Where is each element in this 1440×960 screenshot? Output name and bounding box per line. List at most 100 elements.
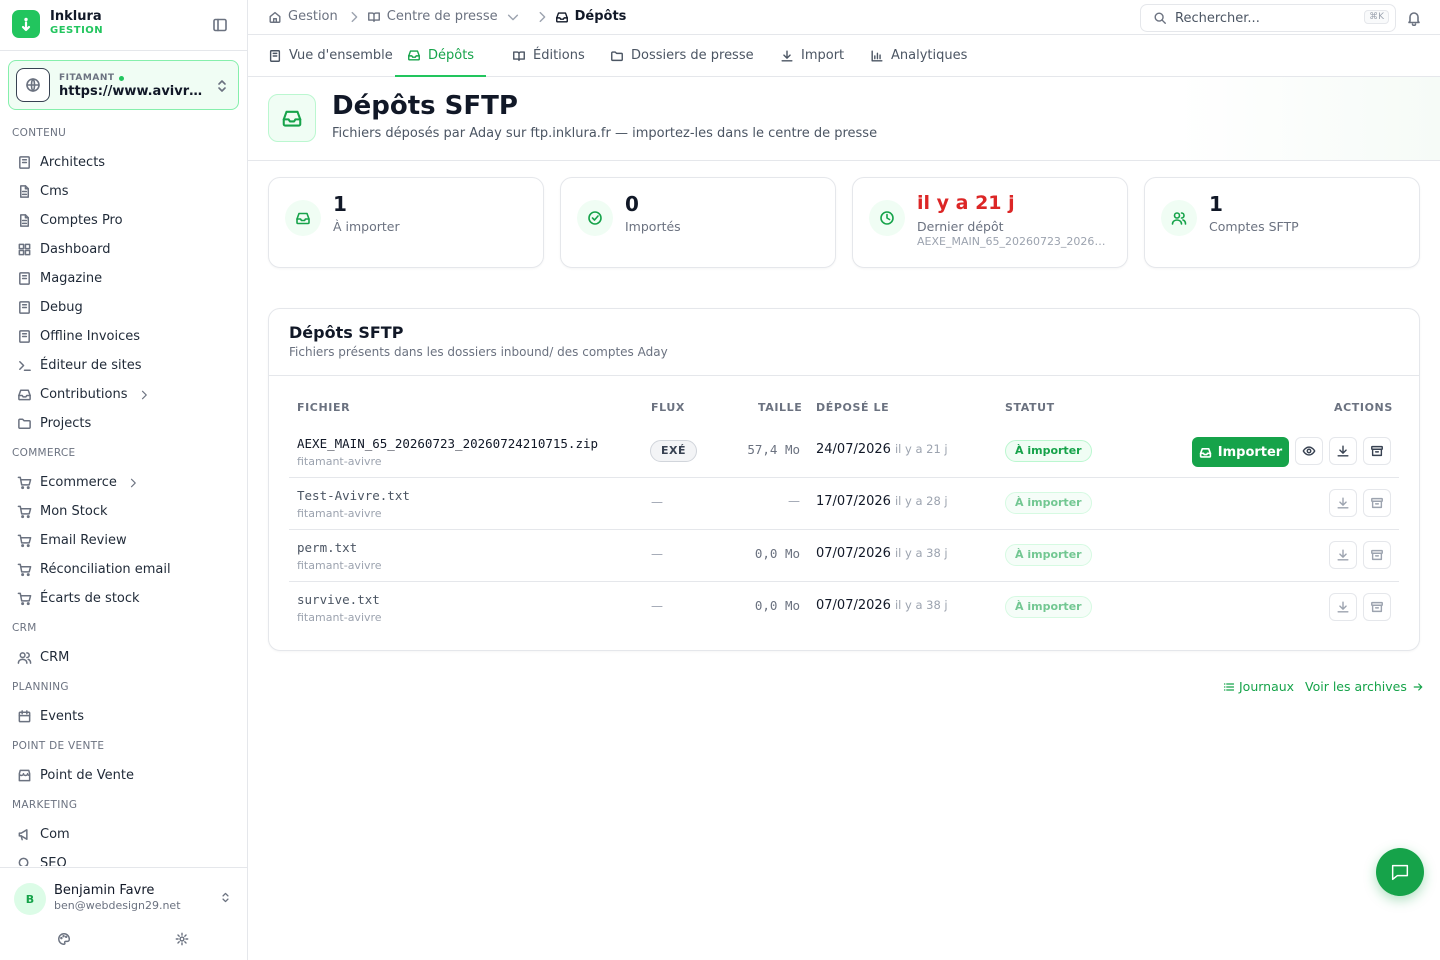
deposit-date-value: 07/07/2026 bbox=[816, 546, 891, 561]
chevron-down-icon bbox=[507, 14, 518, 20]
download-button[interactable] bbox=[1329, 489, 1357, 517]
nav-section-title: CRM bbox=[12, 622, 37, 634]
page-subtitle: Fichiers déposés par Aday sur ftp.inklur… bbox=[332, 126, 878, 141]
inbox-icon bbox=[268, 94, 316, 142]
tab-analytiques[interactable]: Analytiques bbox=[870, 35, 967, 76]
inbox-icon bbox=[18, 389, 31, 401]
sidebar-item-comptes-pro[interactable]: Comptes Pro bbox=[0, 206, 247, 235]
sidebar-item-architects[interactable]: Architects bbox=[0, 148, 247, 177]
sidebar-item-editeur-de-sites[interactable]: Éditeur de sites bbox=[0, 351, 247, 380]
file-name: survive.txt bbox=[297, 592, 380, 607]
import-button[interactable]: Importer bbox=[1192, 437, 1289, 467]
tab-editions[interactable]: Éditions bbox=[512, 35, 585, 76]
archive-button[interactable] bbox=[1363, 593, 1391, 621]
cart-icon bbox=[17, 592, 32, 606]
archive-icon bbox=[1371, 549, 1383, 561]
users-icon bbox=[17, 652, 32, 664]
tab-import[interactable]: Import bbox=[780, 35, 844, 76]
sidebar-item-label: SEO bbox=[40, 856, 67, 866]
brand-name: Inklura bbox=[50, 9, 102, 24]
sidebar-item-label: Dashboard bbox=[40, 242, 111, 257]
sidebar-item-point-de-vente[interactable]: Point de Vente bbox=[0, 761, 247, 790]
sidebar-item-email-review[interactable]: Email Review bbox=[0, 526, 247, 555]
file-account: fitamant-avivre bbox=[297, 559, 382, 572]
book-icon bbox=[269, 49, 281, 62]
download-icon bbox=[1337, 601, 1349, 613]
sidebar-item-ecarts-de-stock[interactable]: Écarts de stock bbox=[0, 584, 247, 613]
search-input[interactable]: Rechercher... ⌘K bbox=[1140, 4, 1396, 32]
sidebar-item-projects[interactable]: Projects bbox=[0, 409, 247, 438]
stat-card: il y a 21 j Dernier dépôt AEXE_MAIN_65_202… bbox=[852, 177, 1128, 268]
sidebar-item-label: Cms bbox=[40, 184, 69, 199]
tab-bar: Vue d'ensemble Dépôts Éditions Dossiers de … bbox=[248, 35, 1440, 77]
arrow-right-icon bbox=[1413, 682, 1423, 691]
stat-label: Dernier dépôt bbox=[917, 219, 1004, 234]
archive-button[interactable] bbox=[1363, 437, 1391, 465]
journals-link[interactable]: Journaux bbox=[1223, 679, 1294, 694]
sidebar-item-cms[interactable]: Cms bbox=[0, 177, 247, 206]
sidebar-item-ecommerce[interactable]: Ecommerce bbox=[0, 468, 247, 497]
sidebar-item-events[interactable]: Events bbox=[0, 702, 247, 731]
chevron-right-icon bbox=[351, 11, 358, 22]
home-icon bbox=[269, 11, 281, 23]
sidebar-collapse-icon[interactable] bbox=[212, 17, 228, 33]
file-name: perm.txt bbox=[297, 540, 358, 555]
page-title: Dépôts SFTP bbox=[332, 91, 518, 121]
settings-gear-icon[interactable] bbox=[175, 932, 189, 946]
archives-link[interactable]: Voir les archives bbox=[1305, 679, 1424, 694]
card-subtitle: Fichiers présents dans les dossiers inbo… bbox=[289, 345, 668, 359]
sidebar-item-label: Mon Stock bbox=[40, 504, 108, 519]
nav-section-title: CONTENU bbox=[12, 127, 67, 139]
tab-dossiers-de-presse[interactable]: Dossiers de presse bbox=[610, 35, 754, 76]
sidebar-item-crm[interactable]: CRM bbox=[0, 643, 247, 672]
breadcrumb-current: Dépôts bbox=[555, 9, 626, 24]
sidebar-item-label: Contributions bbox=[40, 387, 128, 402]
inbox-icon bbox=[408, 50, 420, 61]
stat-label: À importer bbox=[333, 219, 400, 234]
sidebar-item-mon-stock[interactable]: Mon Stock bbox=[0, 497, 247, 526]
preview-button[interactable] bbox=[1295, 437, 1323, 465]
chat-button[interactable] bbox=[1376, 848, 1424, 896]
brand[interactable]: Inklura GESTION bbox=[12, 10, 103, 38]
download-button[interactable] bbox=[1329, 593, 1357, 621]
user-area: B Benjamin Favre ben@webdesign29.net bbox=[0, 867, 247, 960]
sidebar: Inklura GESTION FITAMANT https://www.avi… bbox=[0, 0, 248, 960]
site-label: FITAMANT bbox=[59, 73, 115, 83]
sidebar-item-reconciliation-email[interactable]: Réconciliation email bbox=[0, 555, 247, 584]
tab-vue-d-ensemble[interactable]: Vue d'ensemble bbox=[268, 35, 393, 76]
store-icon bbox=[18, 769, 31, 782]
sidebar-item-debug[interactable]: Debug bbox=[0, 293, 247, 322]
archive-button[interactable] bbox=[1363, 541, 1391, 569]
file-size: 0,0 Mo bbox=[754, 598, 800, 613]
download-button[interactable] bbox=[1329, 437, 1357, 465]
breadcrumb-home[interactable]: Gestion bbox=[268, 9, 338, 24]
user-menu-chevron-icon[interactable] bbox=[219, 891, 232, 904]
sidebar-item-contributions[interactable]: Contributions bbox=[0, 380, 247, 409]
breadcrumb: Gestion Centre de presse Dépôts bbox=[268, 9, 626, 24]
sidebar-item-dashboard[interactable]: Dashboard bbox=[0, 235, 247, 264]
sidebar-item-com[interactable]: Com bbox=[0, 820, 247, 849]
book-icon bbox=[19, 272, 30, 285]
deposit-date: 17/07/2026 il y a 28 j bbox=[816, 494, 948, 509]
deposit-date: 24/07/2026 il y a 21 j bbox=[816, 442, 948, 457]
column-header-flux: FLUX bbox=[651, 401, 685, 414]
palette-icon[interactable] bbox=[57, 932, 71, 946]
file-account: fitamant-avivre bbox=[297, 611, 382, 624]
stat-label: Comptes SFTP bbox=[1209, 219, 1299, 234]
stat-icon-wrap bbox=[1161, 200, 1197, 236]
status-badge: À importer bbox=[1005, 492, 1092, 514]
download-button[interactable] bbox=[1329, 541, 1357, 569]
column-header-file: FICHIER bbox=[297, 401, 351, 414]
list-icon bbox=[1223, 682, 1235, 691]
sidebar-item-magazine[interactable]: Magazine bbox=[0, 264, 247, 293]
status-badge: À importer bbox=[1005, 544, 1092, 566]
archive-button[interactable] bbox=[1363, 489, 1391, 517]
avatar[interactable]: B bbox=[14, 883, 46, 915]
site-switcher[interactable]: FITAMANT https://www.avivre.fr bbox=[8, 60, 239, 110]
sidebar-item-seo[interactable]: SEO bbox=[0, 849, 247, 866]
sidebar-item-offline-invoices[interactable]: Offline Invoices bbox=[0, 322, 247, 351]
tab-depots[interactable]: Dépôts bbox=[395, 35, 487, 77]
cart-icon bbox=[17, 505, 32, 519]
breadcrumb-section[interactable]: Centre de presse bbox=[367, 9, 526, 24]
bell-icon[interactable] bbox=[1406, 10, 1422, 26]
